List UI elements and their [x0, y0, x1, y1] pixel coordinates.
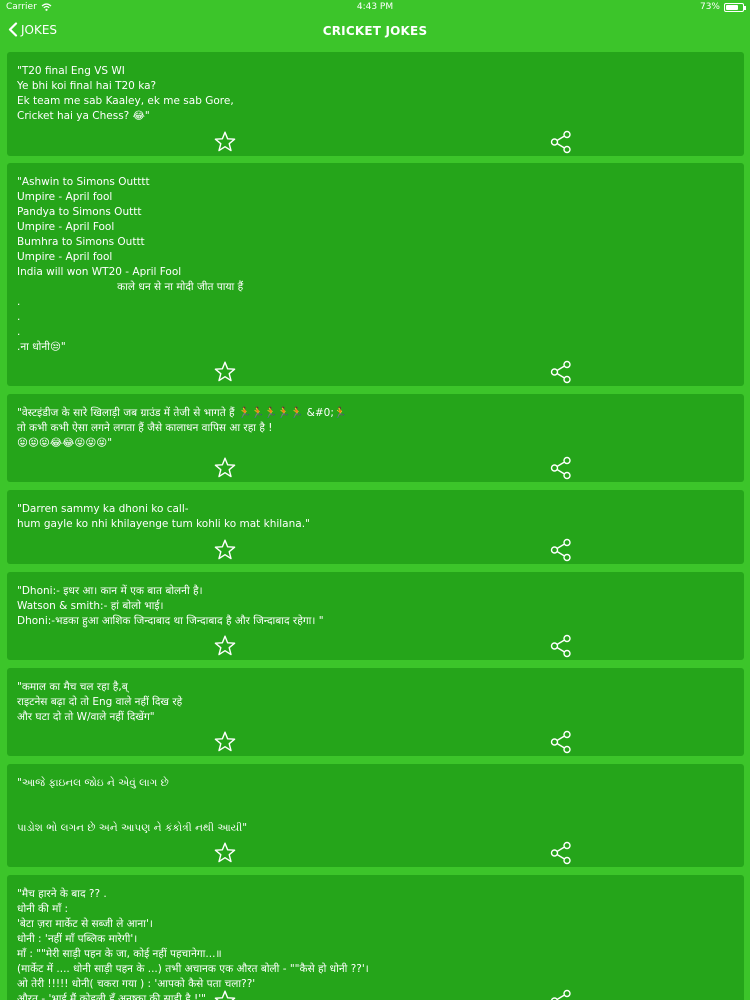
status-right: 73%: [699, 2, 746, 12]
joke-text: "Darren sammy ka dhoni ko call- hum gayl…: [17, 503, 310, 530]
joke-card: "कमाल का मैच चल रहा है,ब् राइटनेस बढ़ा द…: [7, 668, 744, 756]
share-icon[interactable]: [549, 360, 573, 384]
joke-text: "Dhoni:- इधर आ। कान में एक बात बोलनी है।…: [17, 585, 324, 627]
battery-fill: [726, 4, 738, 10]
page-title: CRICKET JOKES: [322, 24, 428, 38]
star-outline-icon[interactable]: [213, 841, 237, 865]
share-icon[interactable]: [549, 730, 573, 754]
joke-text: "Ashwin to Simons Outttt Umpire - April …: [17, 176, 244, 353]
joke-actions: [7, 634, 744, 658]
star-outline-icon[interactable]: [213, 360, 237, 384]
joke-card: "Ashwin to Simons Outttt Umpire - April …: [7, 163, 744, 386]
joke-actions: [7, 989, 744, 1000]
joke-text: "मैच हारने के बाद ?? . धोनी की माँ : 'बे…: [17, 888, 369, 1000]
star-outline-icon[interactable]: [213, 456, 237, 480]
joke-card: "આજે ફાઇનલ જોઇ ને એવું લાગ છે પાડોશ ભો લ…: [7, 764, 744, 867]
jokes-feed[interactable]: "T20 final Eng VS WI Ye bhi koi final ha…: [0, 46, 750, 1000]
joke-actions: [7, 730, 744, 754]
joke-card: "वेस्टइंडीज के सारे खिलाड़ी जब ग्राउंड म…: [7, 394, 744, 482]
joke-text: "આજે ફાઇનલ જોઇ ને એવું લાગ છે પાડોશ ભો લ…: [17, 777, 248, 834]
star-outline-icon[interactable]: [213, 538, 237, 562]
joke-actions: [7, 360, 744, 384]
navigation-bar: JOKES CRICKET JOKES: [0, 16, 750, 46]
joke-actions: [7, 538, 744, 562]
status-bar: Carrier 4:43 PM 73%: [0, 0, 750, 16]
share-icon[interactable]: [549, 456, 573, 480]
joke-text: "कमाल का मैच चल रहा है,ब् राइटनेस बढ़ा द…: [17, 681, 183, 723]
joke-card: "Dhoni:- इधर आ। कान में एक बात बोलनी है।…: [7, 572, 744, 660]
share-icon[interactable]: [549, 989, 573, 1000]
joke-card: "Darren sammy ka dhoni ko call- hum gayl…: [7, 490, 744, 564]
joke-text: "वेस्टइंडीज के सारे खिलाड़ी जब ग्राउंड म…: [17, 407, 347, 449]
star-outline-icon[interactable]: [213, 130, 237, 154]
battery-tip: [744, 5, 746, 10]
share-icon[interactable]: [549, 538, 573, 562]
star-outline-icon[interactable]: [213, 634, 237, 658]
joke-actions: [7, 841, 744, 865]
share-icon[interactable]: [549, 130, 573, 154]
joke-card: "मैच हारने के बाद ?? . धोनी की माँ : 'बे…: [7, 875, 744, 1000]
battery-percent: 73%: [699, 2, 720, 12]
share-icon[interactable]: [549, 634, 573, 658]
share-icon[interactable]: [549, 841, 573, 865]
joke-actions: [7, 130, 744, 154]
star-outline-icon[interactable]: [213, 989, 237, 1000]
star-outline-icon[interactable]: [213, 730, 237, 754]
battery-icon: [724, 2, 746, 12]
clock: 4:43 PM: [356, 2, 394, 12]
joke-card: "T20 final Eng VS WI Ye bhi koi final ha…: [7, 52, 744, 156]
joke-text: "T20 final Eng VS WI Ye bhi koi final ha…: [17, 65, 234, 122]
joke-actions: [7, 456, 744, 480]
